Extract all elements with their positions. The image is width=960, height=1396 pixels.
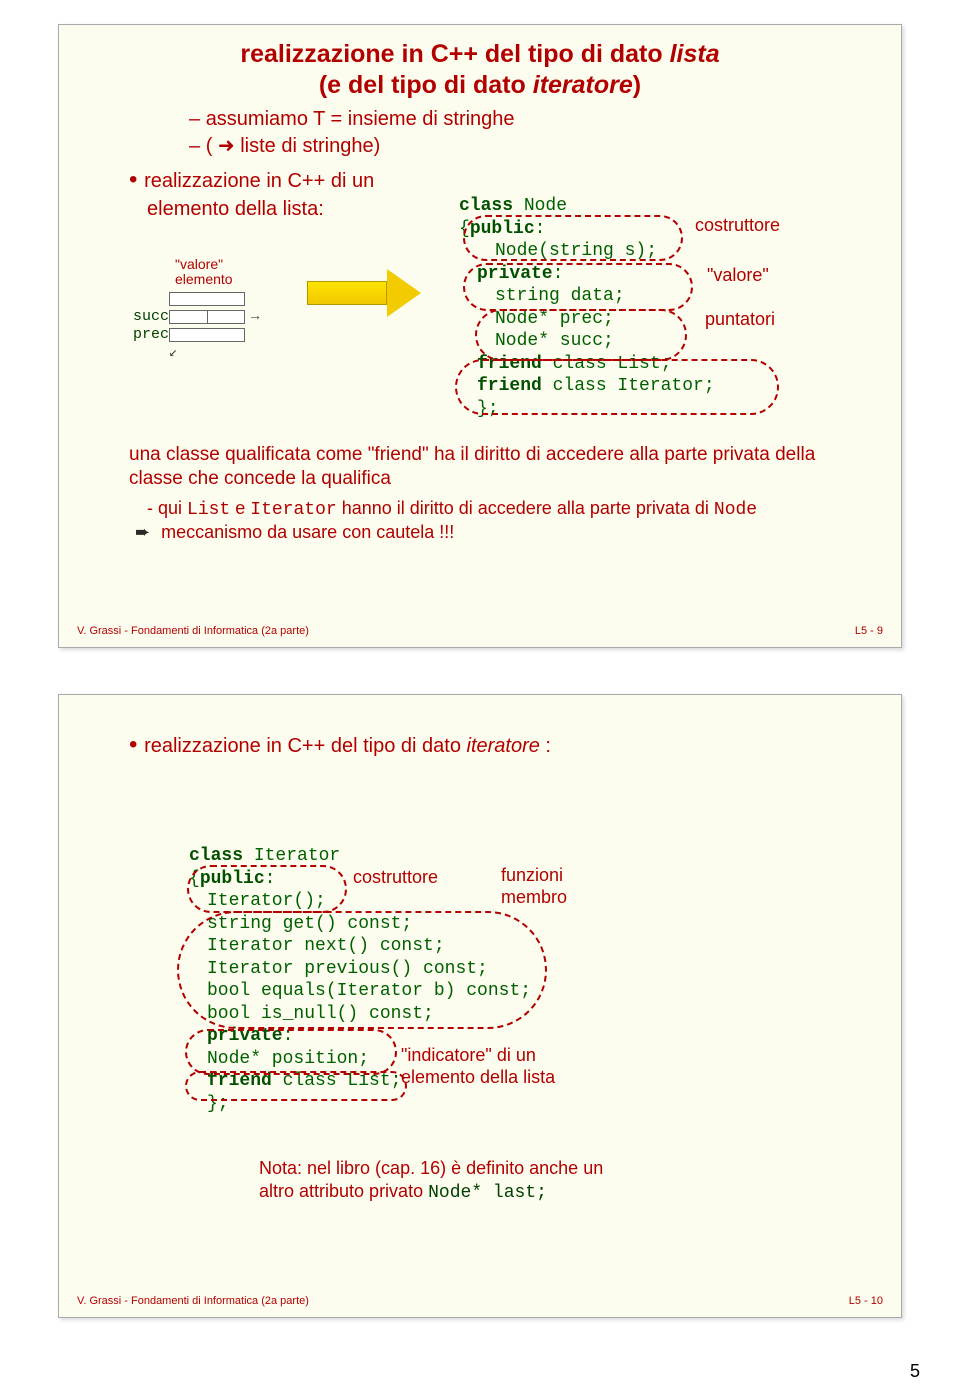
title-text: realizzazione in C++ del tipo di dato xyxy=(240,40,669,68)
annot2-indic2: elemento della lista xyxy=(401,1067,555,1088)
annot-puntatori: puntatori xyxy=(705,309,775,330)
yellow-arrow-icon xyxy=(307,269,423,317)
diag-prec-label: prec xyxy=(133,326,169,343)
annot-costruttore: costruttore xyxy=(695,215,780,236)
annot2-funzioni: funzioni xyxy=(501,865,563,886)
footer-right-2: L5 - 10 xyxy=(849,1295,883,1307)
annot2-membro: membro xyxy=(501,887,567,908)
title2a: (e del tipo di dato xyxy=(319,71,533,99)
dash-oval2-private xyxy=(185,1029,397,1075)
page-number: 5 xyxy=(910,1361,920,1382)
diag-box-succ xyxy=(169,310,245,324)
node-diagram: "valore" elemento succ → prec ↙ xyxy=(133,257,287,361)
dash-oval-puntatori xyxy=(475,309,687,361)
para-friend-explain: una classe qualificata come "friend" ha … xyxy=(129,443,861,492)
dash-oval2-functions xyxy=(177,911,547,1029)
dash-oval-private-valore xyxy=(463,263,693,311)
diag-box-prec xyxy=(169,328,245,342)
slide-2: realizzazione in C++ del tipo di dato it… xyxy=(58,694,902,1318)
title2b: ) xyxy=(633,71,641,99)
footer-right: L5 - 9 xyxy=(855,625,883,637)
para-cautela: meccanismo da usare con cautela !!! xyxy=(135,521,454,544)
diag-label-valore: "valore" elemento xyxy=(175,257,287,288)
footer-left: V. Grassi - Fondamenti di Informatica (2… xyxy=(77,625,309,637)
slide1-footer: V. Grassi - Fondamenti di Informatica (2… xyxy=(77,625,883,637)
slide-1: realizzazione in C++ del tipo di dato li… xyxy=(58,24,902,648)
diag-box-value xyxy=(169,292,245,306)
para-list-iterator: - qui List e Iterator hanno il diritto d… xyxy=(147,497,757,522)
footer-left-2: V. Grassi - Fondamenti di Informatica (2… xyxy=(77,1295,309,1307)
dash-item-2: ( ➜ liste di stringhe) xyxy=(189,133,901,160)
annot2-costruttore: costruttore xyxy=(353,867,438,888)
title-em: lista xyxy=(670,40,720,68)
arrow-back-icon: ↙ xyxy=(169,344,287,361)
dash-oval-constructor xyxy=(463,215,683,261)
bullet-realizzazione: realizzazione in C++ di un xyxy=(129,164,901,196)
slide2-footer: V. Grassi - Fondamenti di Informatica (2… xyxy=(77,1295,883,1307)
note-code: Node* last; xyxy=(428,1183,547,1203)
slide2-bullet-em: iteratore xyxy=(467,735,540,757)
slide1-title-line1: realizzazione in C++ del tipo di dato li… xyxy=(59,39,901,70)
annot-valore: "valore" xyxy=(707,265,769,286)
dash-item-1: assumiamo T = insieme di stringhe xyxy=(189,106,901,133)
dash-oval-friends xyxy=(455,359,779,415)
slide2-bullet: realizzazione in C++ del tipo di dato it… xyxy=(129,729,901,761)
slide1-title-line2: (e del tipo di dato iteratore) xyxy=(59,70,901,101)
dash-oval2-constructor xyxy=(187,865,347,913)
dash-oval2-friend xyxy=(185,1071,407,1101)
page: realizzazione in C++ del tipo di dato li… xyxy=(0,0,960,1396)
diag-succ-label: succ xyxy=(133,308,169,325)
annot2-indic1: "indicatore" di un xyxy=(401,1045,536,1066)
arrow-right-icon: → xyxy=(251,309,259,325)
title2em: iteratore xyxy=(533,71,633,99)
slide2-note: Nota: nel libro (cap. 16) è definito anc… xyxy=(259,1157,603,1206)
